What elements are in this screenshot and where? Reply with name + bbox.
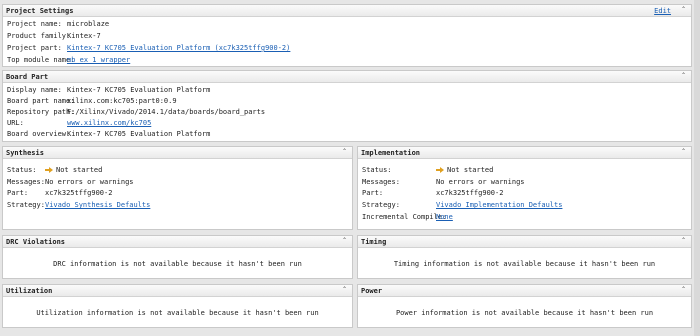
repository-path-label: Repository path: — [7, 108, 75, 116]
implementation-strategy-label: Strategy: — [362, 201, 400, 209]
utilization-title: Utilization — [6, 287, 53, 295]
power-message: Power information is not available becau… — [395, 309, 654, 317]
product-family-value: Kintex-7 — [67, 32, 101, 40]
power-panel: Power ˆ Power information is not availab… — [357, 284, 692, 328]
project-part-link[interactable]: Kintex-7 KC705 Evaluation Platform (xc7k… — [67, 43, 290, 53]
utilization-message: Utilization information is not available… — [36, 309, 319, 317]
implementation-strategy-link[interactable]: Vivado Implementation Defaults — [436, 200, 562, 210]
display-name-label: Display name: — [7, 86, 62, 94]
drc-title: DRC Violations — [6, 238, 66, 246]
synthesis-panel: Synthesis ˆ Status: Not started Messages… — [2, 146, 353, 230]
board-part-name-value: xilinx.com:kc705:part0:0.9 — [67, 97, 177, 105]
arrow-right-icon — [45, 167, 53, 173]
power-title: Power — [361, 287, 383, 295]
synthesis-strategy-link[interactable]: Vivado Synthesis Defaults — [45, 200, 150, 210]
implementation-status-wrap: Not started — [436, 165, 493, 175]
board-part-header: Board Part ˆ — [3, 71, 691, 83]
synthesis-status-value: Not started — [56, 166, 103, 174]
board-part-name-label: Board part name: — [7, 97, 75, 105]
synthesis-title: Synthesis — [6, 149, 44, 157]
project-name-label: Project name: — [7, 20, 62, 28]
collapse-icon[interactable]: ˆ — [681, 72, 686, 81]
implementation-part-label: Part: — [362, 189, 384, 197]
synthesis-part-label: Part: — [7, 189, 29, 197]
display-name-value: Kintex-7 KC705 Evaluation Platform — [67, 86, 211, 94]
arrow-right-icon — [436, 167, 444, 173]
drc-message: DRC information is not available because… — [53, 260, 302, 268]
synthesis-header: Synthesis ˆ — [3, 147, 352, 159]
board-overview-value: Kintex-7 KC705 Evaluation Platform — [67, 130, 211, 138]
drc-header: DRC Violations ˆ — [3, 236, 352, 248]
synthesis-status-wrap: Not started — [45, 165, 102, 175]
timing-panel: Timing ˆ Timing information is not avail… — [357, 235, 692, 279]
url-label: URL: — [7, 119, 24, 127]
board-part-panel: Board Part ˆ Display name: Kintex-7 KC70… — [2, 70, 692, 142]
utilization-panel: Utilization ˆ Utilization information is… — [2, 284, 353, 328]
collapse-icon[interactable]: ˆ — [342, 148, 347, 157]
project-settings-title: Project Settings — [6, 7, 74, 15]
collapse-icon[interactable]: ˆ — [342, 237, 347, 246]
collapse-icon[interactable]: ˆ — [681, 237, 686, 246]
drc-panel: DRC Violations ˆ DRC information is not … — [2, 235, 353, 279]
incremental-compile-link[interactable]: None — [436, 212, 453, 222]
power-header: Power ˆ — [358, 285, 691, 297]
project-settings-panel: Project Settings Edit ˆ Project name: mi… — [2, 4, 692, 67]
incremental-compile-label: Incremental Compile: — [362, 213, 447, 221]
synthesis-part-value: xc7k325tffg900-2 — [45, 189, 113, 197]
timing-title: Timing — [361, 238, 387, 246]
top-module-link[interactable]: mb_ex_1_wrapper — [67, 55, 130, 65]
board-overview-label: Board overview: — [7, 130, 71, 138]
scrollbar[interactable] — [694, 0, 700, 336]
implementation-status-label: Status: — [362, 166, 392, 174]
collapse-icon[interactable]: ˆ — [681, 286, 686, 295]
synthesis-messages-value: No errors or warnings — [45, 178, 134, 186]
implementation-status-value: Not started — [447, 166, 494, 174]
project-settings-header: Project Settings Edit ˆ — [3, 5, 691, 17]
implementation-panel: Implementation ˆ Status: Not started Mes… — [357, 146, 692, 230]
edit-link[interactable]: Edit — [654, 7, 671, 15]
repository-path-value: F:/Xilinx/Vivado/2014.1/data/boards/boar… — [67, 108, 266, 116]
product-family-label: Product family: — [7, 32, 71, 40]
implementation-messages-value: No errors or warnings — [436, 178, 525, 186]
synthesis-messages-label: Messages: — [7, 178, 45, 186]
collapse-icon[interactable]: ˆ — [681, 148, 686, 157]
implementation-title: Implementation — [361, 149, 421, 157]
collapse-icon[interactable]: ˆ — [342, 286, 347, 295]
board-part-title: Board Part — [6, 73, 49, 81]
project-name-value: microblaze — [67, 20, 110, 28]
timing-header: Timing ˆ — [358, 236, 691, 248]
implementation-messages-label: Messages: — [362, 178, 400, 186]
project-part-label: Project part: — [7, 44, 62, 52]
top-module-label: Top module name: — [7, 56, 75, 64]
implementation-header: Implementation ˆ — [358, 147, 691, 159]
implementation-part-value: xc7k325tffg900-2 — [436, 189, 504, 197]
utilization-header: Utilization ˆ — [3, 285, 352, 297]
collapse-icon[interactable]: ˆ — [681, 6, 686, 15]
timing-message: Timing information is not available beca… — [393, 260, 656, 268]
url-link[interactable]: www.xilinx.com/kc705 — [67, 118, 151, 128]
synthesis-status-label: Status: — [7, 166, 37, 174]
synthesis-strategy-label: Strategy: — [7, 201, 45, 209]
